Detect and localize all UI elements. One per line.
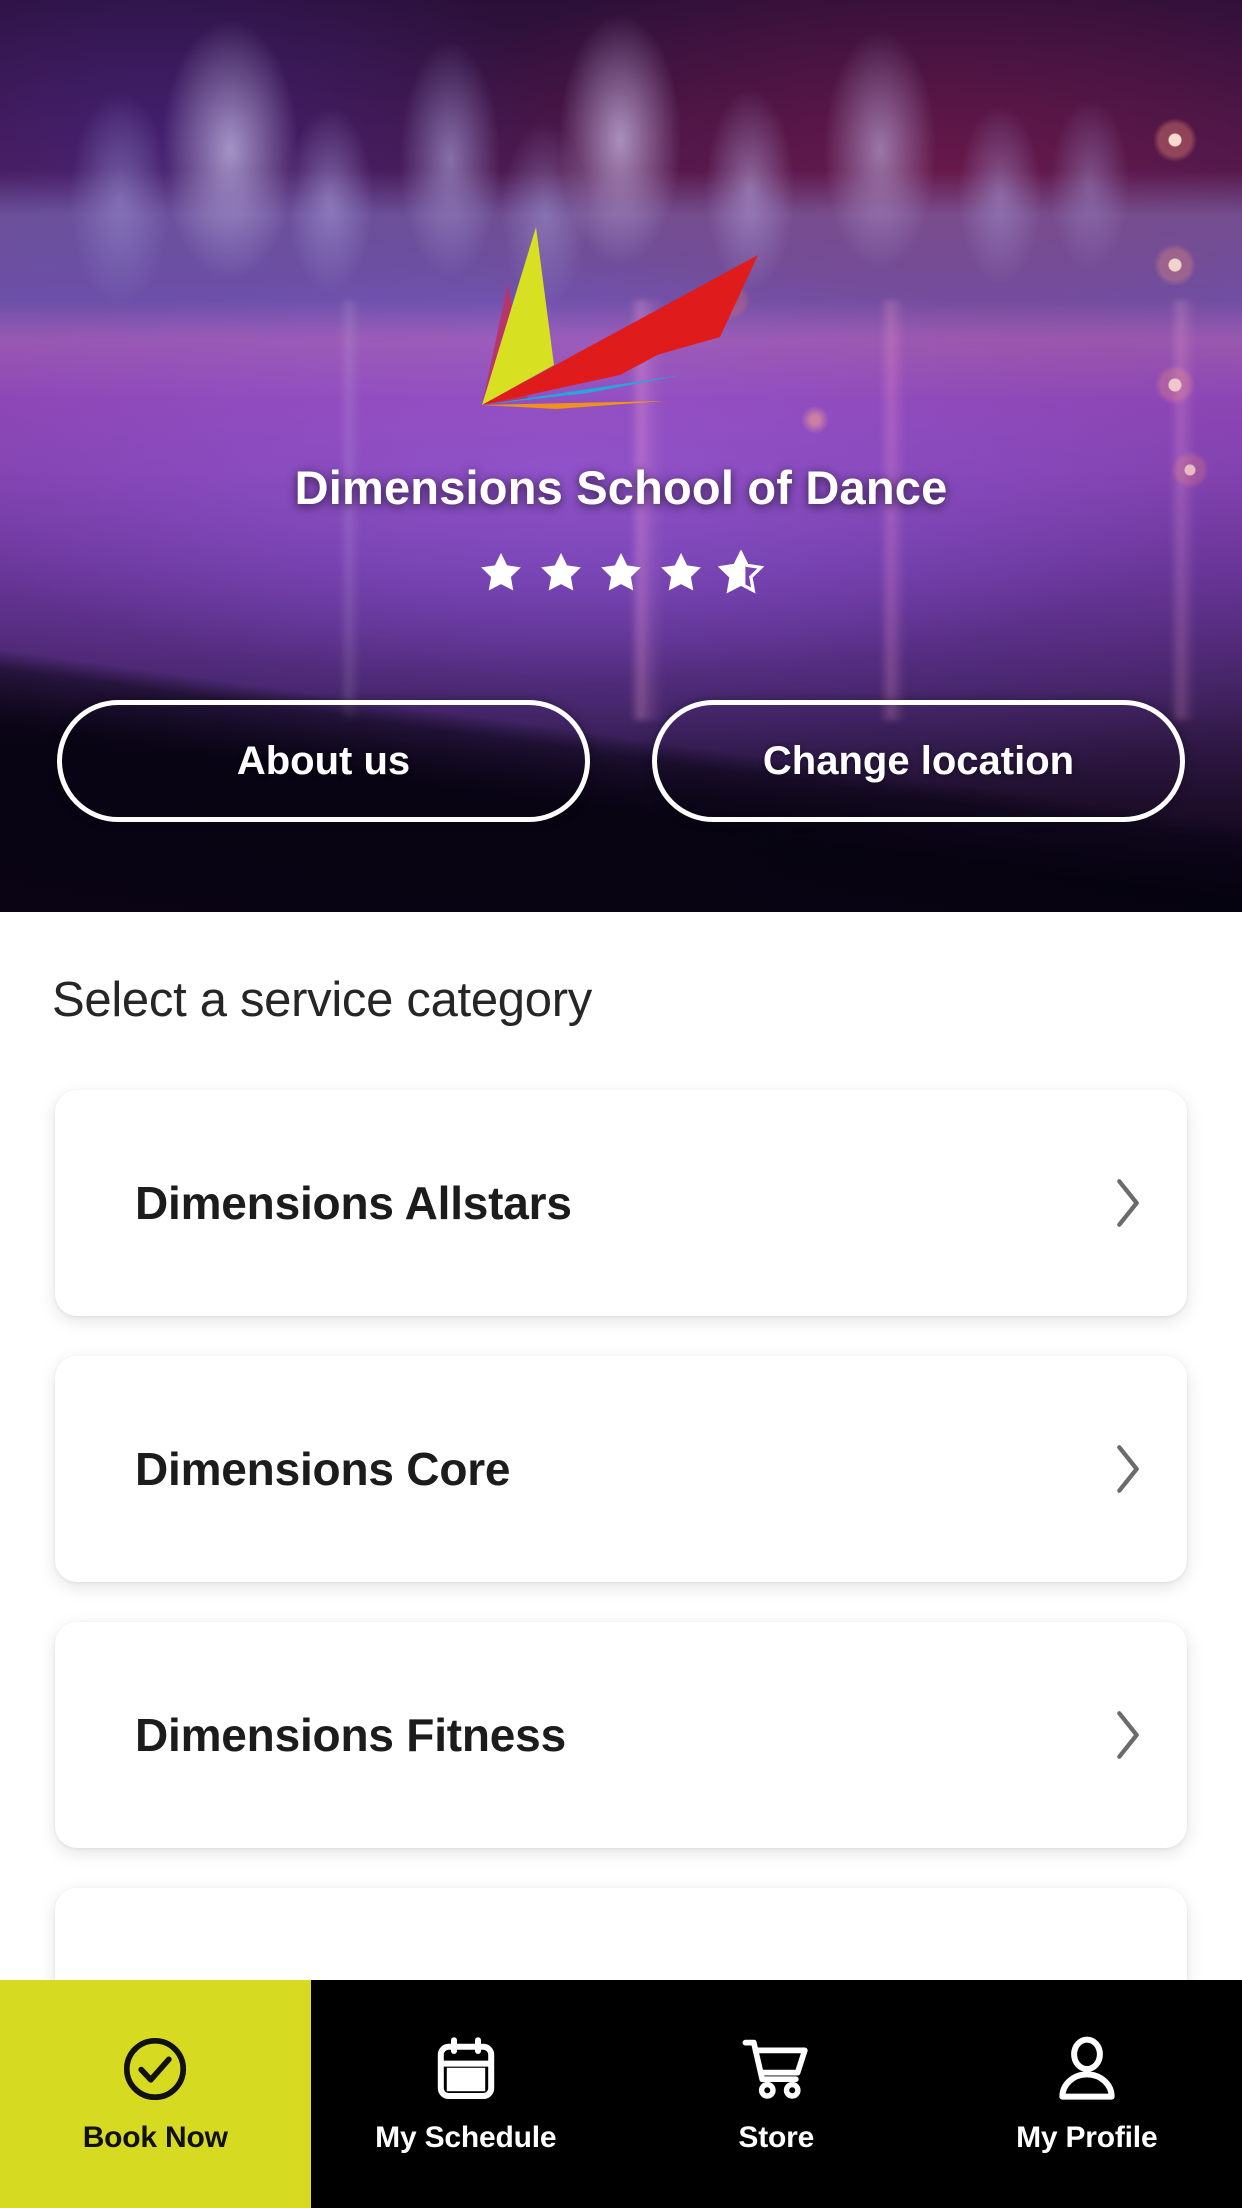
category-label: Dimensions Allstars	[135, 1177, 572, 1229]
bottom-navigation-bar: Book Now My Schedule Store My Profile	[0, 1980, 1242, 2208]
dimensions-burst-logo	[470, 225, 760, 410]
star-icon-full	[601, 552, 641, 591]
star-icon-full	[541, 552, 581, 591]
service-category-list: Dimensions Allstars Dimensions Core Dime…	[0, 1090, 1242, 1980]
chevron-right-icon	[1117, 1179, 1139, 1227]
person-icon	[1059, 2036, 1115, 2100]
nav-item-book-now[interactable]: Book Now	[0, 1980, 311, 2208]
about-us-button[interactable]: About us	[57, 700, 590, 822]
category-card-allstars[interactable]: Dimensions Allstars	[55, 1090, 1187, 1316]
hero-banner: Dimensions School of Dance About us Chan…	[0, 0, 1242, 912]
nav-item-store[interactable]: Store	[621, 1980, 932, 2208]
page-title: Dimensions School of Dance	[294, 461, 948, 514]
category-label: Dimensions Fitness	[135, 1709, 566, 1761]
section-heading: Select a service category	[52, 973, 592, 1027]
category-label: Dimensions Core	[135, 1443, 511, 1495]
main-content: Select a service category Dimensions All…	[0, 912, 1242, 1980]
chevron-right-icon	[1117, 1445, 1139, 1493]
nav-label: My Profile	[1016, 2121, 1158, 2154]
star-icon-partial	[718, 550, 764, 594]
rating-stars	[0, 550, 1242, 594]
category-card-core[interactable]: Dimensions Core	[55, 1356, 1187, 1582]
check-circle-icon	[124, 2037, 187, 2101]
category-card-partial[interactable]	[55, 1888, 1187, 1980]
shopping-cart-icon	[742, 2039, 808, 2099]
nav-label: My Schedule	[375, 2121, 557, 2154]
hero-action-buttons: About us Change location	[0, 700, 1242, 822]
nav-item-my-schedule[interactable]: My Schedule	[310, 1980, 621, 2208]
nav-label: Store	[738, 2121, 815, 2154]
app-screen: Dimensions School of Dance About us Chan…	[0, 0, 1242, 2208]
change-location-button[interactable]: Change location	[652, 700, 1185, 822]
chevron-right-icon	[1117, 1711, 1139, 1759]
nav-label: Book Now	[82, 2121, 228, 2154]
calendar-icon	[437, 2037, 494, 2099]
star-icon-full	[661, 552, 701, 591]
nav-item-my-profile[interactable]: My Profile	[931, 1980, 1242, 2208]
star-icon-full	[481, 552, 521, 591]
category-card-fitness[interactable]: Dimensions Fitness	[55, 1622, 1187, 1848]
